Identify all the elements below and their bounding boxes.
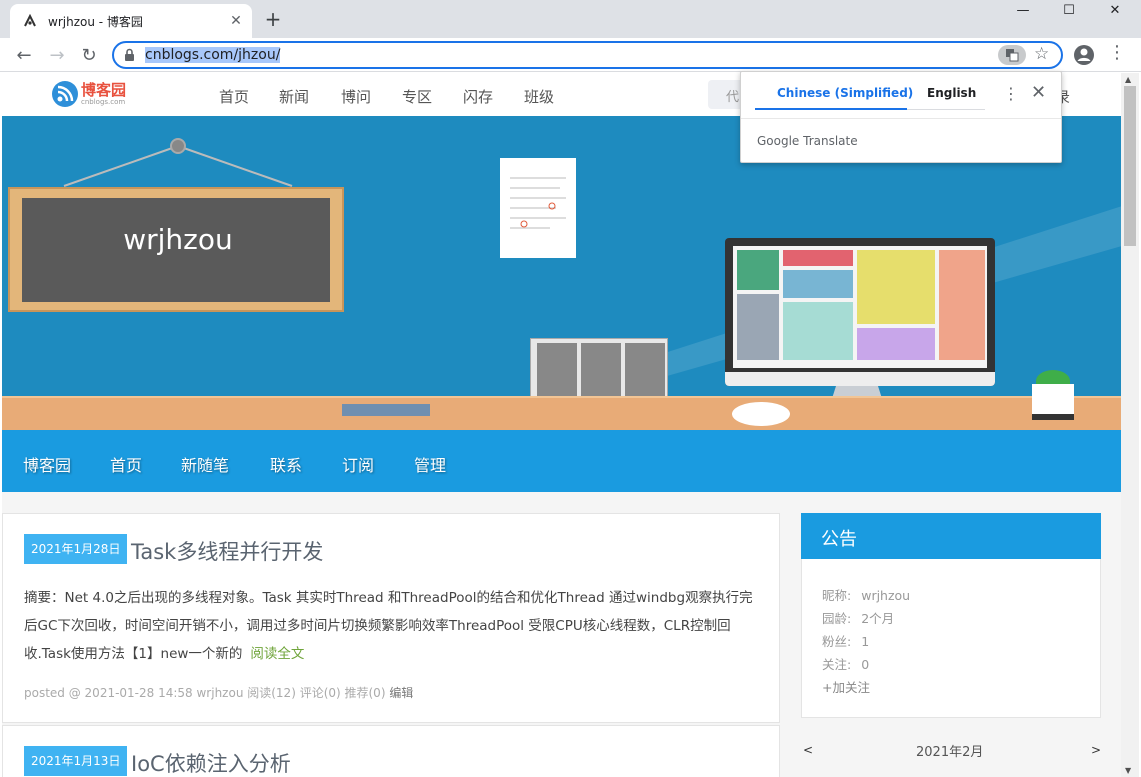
keyboard-icon bbox=[342, 404, 430, 416]
desk bbox=[2, 398, 1121, 430]
browser-tab-bar: wrjhzou - 博客园 ✕ + — ☐ ✕ bbox=[0, 0, 1141, 38]
close-tab-icon[interactable]: ✕ bbox=[228, 13, 244, 29]
read-more-link[interactable]: 阅读全文 bbox=[250, 646, 304, 662]
profile-age: 园龄: 2个月 bbox=[822, 611, 895, 626]
site-nav-flash[interactable]: 闪存 bbox=[463, 86, 493, 107]
forward-arrow-icon[interactable]: → bbox=[45, 43, 69, 67]
calendar-prev-button[interactable]: < bbox=[803, 743, 813, 757]
post-title-link[interactable]: IoC依赖注入分析 bbox=[131, 748, 291, 777]
profile-avatar-icon[interactable] bbox=[1073, 44, 1095, 66]
browser-tab[interactable]: wrjhzou - 博客园 ✕ bbox=[10, 4, 252, 38]
board-string bbox=[63, 145, 293, 187]
reload-icon[interactable]: ↻ bbox=[77, 43, 101, 67]
maximize-window-button[interactable]: ☐ bbox=[1046, 0, 1092, 20]
plant-pot bbox=[1032, 384, 1074, 420]
profile-fans: 粉丝: 1 bbox=[822, 634, 870, 649]
post-date-badge: 2021年1月13日 bbox=[24, 746, 128, 776]
new-tab-button[interactable]: + bbox=[262, 7, 284, 31]
post-card: 2021年1月28日 Task多线程并行开发 摘要：Net 4.0之后出现的多线… bbox=[2, 513, 780, 723]
notice-panel: 公告 昵称: wrjhzou 园龄: 2个月 粉丝: 1 关注: 0 +加关注 bbox=[801, 513, 1101, 718]
cnblogs-favicon-icon bbox=[22, 13, 38, 29]
blackboard: wrjhzou bbox=[8, 187, 344, 312]
site-nav-zone[interactable]: 专区 bbox=[402, 86, 432, 107]
translate-popup: Chinese (Simplified) English ⋮ ✕ Google … bbox=[740, 71, 1062, 163]
post-meta: posted @ 2021-01-28 14:58 wrjhzou 阅读(12)… bbox=[24, 686, 414, 700]
google-translate-label: Google Translate bbox=[757, 134, 858, 148]
follow-button[interactable]: +加关注 bbox=[822, 677, 870, 696]
blog-nav-subscribe[interactable]: 订阅 bbox=[342, 452, 374, 476]
address-bar[interactable]: cnblogs.com/jhzou/ ☆ bbox=[112, 41, 1063, 69]
scroll-up-icon[interactable]: ▲ bbox=[1125, 75, 1131, 84]
cnblogs-logo[interactable]: 博客园 cnblogs.com bbox=[52, 81, 126, 107]
calendar-title: 2021年2月 bbox=[916, 745, 984, 760]
browser-toolbar: ← → ↻ cnblogs.com/jhzou/ ☆ ⋮ bbox=[0, 38, 1141, 72]
calendar-next-button[interactable]: > bbox=[1091, 743, 1101, 757]
blog-name: wrjhzou bbox=[123, 223, 233, 256]
monitor-base bbox=[725, 372, 995, 386]
site-nav-news[interactable]: 新闻 bbox=[279, 86, 309, 107]
profile-nickname: 昵称: wrjhzou bbox=[822, 588, 911, 603]
lock-icon[interactable] bbox=[124, 48, 135, 66]
minimize-window-button[interactable]: — bbox=[1000, 0, 1046, 20]
nail-icon bbox=[170, 138, 186, 154]
blog-nav-manage[interactable]: 管理 bbox=[414, 452, 446, 476]
monitor-icon bbox=[725, 238, 995, 386]
site-nav-class[interactable]: 班级 bbox=[524, 86, 554, 107]
post-date-badge: 2021年1月28日 bbox=[24, 534, 128, 564]
calendar: < 2021年2月 > bbox=[801, 733, 1101, 777]
back-arrow-icon[interactable]: ← bbox=[12, 43, 36, 67]
blog-nav-cnblogs[interactable]: 博客园 bbox=[23, 452, 71, 476]
profile-following: 关注: 0 bbox=[822, 657, 870, 672]
blog-banner: wrjhzou bbox=[2, 116, 1121, 430]
scroll-thumb[interactable] bbox=[1124, 86, 1136, 246]
url-text[interactable]: cnblogs.com/jhzou/ bbox=[145, 47, 281, 63]
scroll-down-icon[interactable]: ▼ bbox=[1125, 766, 1131, 775]
blog-nav-contact[interactable]: 联系 bbox=[270, 452, 302, 476]
translate-tab-indicator bbox=[755, 108, 907, 110]
notice-title: 公告 bbox=[801, 513, 1101, 559]
fans-link[interactable]: 1 bbox=[861, 634, 869, 649]
rss-logo-icon bbox=[52, 81, 78, 107]
translate-divider bbox=[741, 118, 1061, 119]
translate-tab-chinese[interactable]: Chinese (Simplified) bbox=[777, 86, 913, 100]
translate-icon[interactable] bbox=[998, 45, 1026, 65]
tab-title: wrjhzou - 博客园 bbox=[48, 14, 143, 29]
site-nav-qa[interactable]: 博问 bbox=[341, 86, 371, 107]
page-scrollbar[interactable]: ▲ ▼ bbox=[1121, 73, 1139, 777]
blog-nav-home[interactable]: 首页 bbox=[110, 452, 142, 476]
blog-nav-new-post[interactable]: 新随笔 bbox=[181, 452, 229, 476]
translate-close-icon[interactable]: ✕ bbox=[1031, 82, 1046, 103]
following-link[interactable]: 0 bbox=[861, 657, 869, 672]
mouse-icon bbox=[732, 402, 790, 426]
post-summary: 摘要：Net 4.0之后出现的多线程对象。Task 其实时Thread 和Thr… bbox=[24, 590, 753, 662]
post-title-link[interactable]: Task多线程并行开发 bbox=[131, 536, 323, 566]
logo-subtext: cnblogs.com bbox=[81, 97, 126, 106]
logo-text: 博客园 bbox=[81, 80, 127, 99]
close-window-button[interactable]: ✕ bbox=[1092, 0, 1138, 20]
more-menu-icon[interactable]: ⋮ bbox=[1108, 42, 1126, 63]
edit-post-link[interactable]: 编辑 bbox=[389, 686, 413, 700]
site-nav-home[interactable]: 首页 bbox=[219, 86, 249, 107]
bookmark-star-icon[interactable]: ☆ bbox=[1034, 44, 1049, 64]
translate-tab-english[interactable]: English bbox=[927, 86, 976, 100]
blog-nav: 博客园 首页 新随笔 联系 订阅 管理 bbox=[2, 430, 1121, 492]
page-viewport: 博客园 cnblogs.com 首页 新闻 博问 专区 闪存 班级 代 录 wr… bbox=[2, 73, 1121, 777]
paper-note-icon bbox=[500, 158, 576, 258]
translate-more-icon[interactable]: ⋮ bbox=[1003, 84, 1019, 103]
nickname-link[interactable]: wrjhzou bbox=[861, 588, 910, 603]
post-card: 2021年1月13日 IoC依赖注入分析 bbox=[2, 725, 780, 777]
